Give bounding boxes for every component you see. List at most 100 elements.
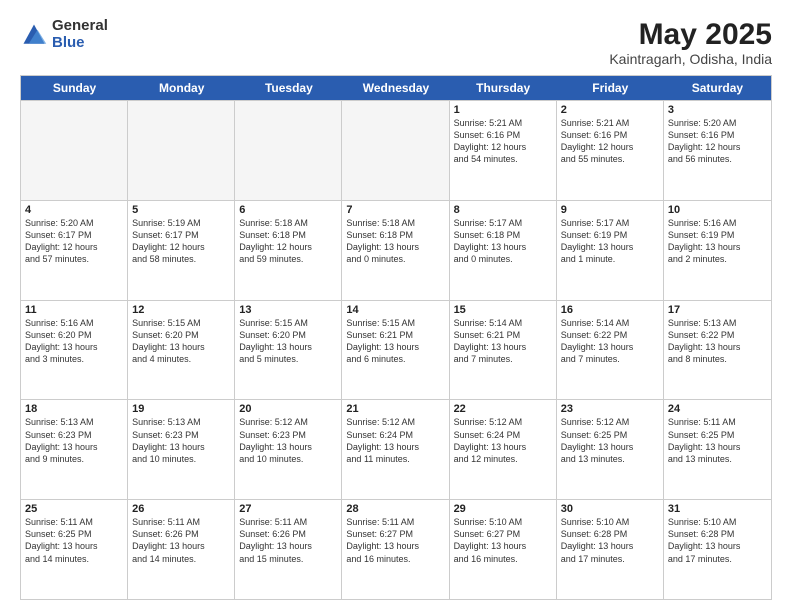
day-number: 14 <box>346 304 444 316</box>
day-number: 26 <box>132 503 230 515</box>
cell-text: and 14 minutes. <box>132 553 230 565</box>
cell-text: and 3 minutes. <box>25 353 123 365</box>
cell-text: Sunset: 6:23 PM <box>25 429 123 441</box>
day-number: 6 <box>239 204 337 216</box>
cal-cell-day-8: 8Sunrise: 5:17 AMSunset: 6:18 PMDaylight… <box>450 201 557 300</box>
cal-cell-day-24: 24Sunrise: 5:11 AMSunset: 6:25 PMDayligh… <box>664 400 771 499</box>
cell-text: Sunrise: 5:15 AM <box>346 317 444 329</box>
cell-text: and 0 minutes. <box>346 253 444 265</box>
cell-text: Sunrise: 5:10 AM <box>561 516 659 528</box>
cell-text: Sunrise: 5:17 AM <box>454 217 552 229</box>
cell-text: Sunset: 6:21 PM <box>346 329 444 341</box>
cal-cell-empty <box>235 101 342 200</box>
cell-text: Sunrise: 5:12 AM <box>346 416 444 428</box>
cell-text: Sunrise: 5:18 AM <box>239 217 337 229</box>
cal-cell-day-30: 30Sunrise: 5:10 AMSunset: 6:28 PMDayligh… <box>557 500 664 599</box>
day-number: 9 <box>561 204 659 216</box>
cal-cell-day-10: 10Sunrise: 5:16 AMSunset: 6:19 PMDayligh… <box>664 201 771 300</box>
day-number: 25 <box>25 503 123 515</box>
cal-cell-day-5: 5Sunrise: 5:19 AMSunset: 6:17 PMDaylight… <box>128 201 235 300</box>
location: Kaintragarh, Odisha, India <box>609 51 772 67</box>
cell-text: Daylight: 13 hours <box>561 441 659 453</box>
cell-text: and 57 minutes. <box>25 253 123 265</box>
cal-cell-day-3: 3Sunrise: 5:20 AMSunset: 6:16 PMDaylight… <box>664 101 771 200</box>
cell-text: Sunrise: 5:15 AM <box>239 317 337 329</box>
day-number: 17 <box>668 304 767 316</box>
cell-text: Daylight: 13 hours <box>239 341 337 353</box>
cal-row-2: 11Sunrise: 5:16 AMSunset: 6:20 PMDayligh… <box>21 300 771 400</box>
cell-text: Sunset: 6:18 PM <box>454 229 552 241</box>
cal-cell-day-20: 20Sunrise: 5:12 AMSunset: 6:23 PMDayligh… <box>235 400 342 499</box>
cell-text: Daylight: 12 hours <box>668 141 767 153</box>
cell-text: and 9 minutes. <box>25 453 123 465</box>
cell-text: Daylight: 12 hours <box>239 241 337 253</box>
header: General Blue May 2025 Kaintragarh, Odish… <box>20 18 772 67</box>
cell-text: Daylight: 13 hours <box>132 341 230 353</box>
cell-text: and 13 minutes. <box>668 453 767 465</box>
cell-text: Sunset: 6:18 PM <box>346 229 444 241</box>
cell-text: and 7 minutes. <box>454 353 552 365</box>
cell-text: Sunrise: 5:13 AM <box>25 416 123 428</box>
cell-text: Daylight: 13 hours <box>454 241 552 253</box>
cal-cell-day-14: 14Sunrise: 5:15 AMSunset: 6:21 PMDayligh… <box>342 301 449 400</box>
cal-cell-day-22: 22Sunrise: 5:12 AMSunset: 6:24 PMDayligh… <box>450 400 557 499</box>
cell-text: Sunrise: 5:16 AM <box>668 217 767 229</box>
cell-text: Sunrise: 5:13 AM <box>132 416 230 428</box>
cell-text: Daylight: 13 hours <box>668 341 767 353</box>
cal-row-0: 1Sunrise: 5:21 AMSunset: 6:16 PMDaylight… <box>21 100 771 200</box>
cell-text: and 14 minutes. <box>25 553 123 565</box>
cell-text: Sunrise: 5:12 AM <box>239 416 337 428</box>
cell-text: Sunrise: 5:19 AM <box>132 217 230 229</box>
cell-text: Sunset: 6:22 PM <box>561 329 659 341</box>
day-number: 27 <box>239 503 337 515</box>
cell-text: Sunrise: 5:11 AM <box>668 416 767 428</box>
cell-text: Sunset: 6:26 PM <box>239 528 337 540</box>
cal-cell-day-7: 7Sunrise: 5:18 AMSunset: 6:18 PMDaylight… <box>342 201 449 300</box>
cell-text: and 56 minutes. <box>668 153 767 165</box>
cell-text: and 2 minutes. <box>668 253 767 265</box>
day-number: 20 <box>239 403 337 415</box>
cal-cell-day-11: 11Sunrise: 5:16 AMSunset: 6:20 PMDayligh… <box>21 301 128 400</box>
cell-text: and 54 minutes. <box>454 153 552 165</box>
cell-text: Sunset: 6:19 PM <box>668 229 767 241</box>
cell-text: Daylight: 13 hours <box>346 341 444 353</box>
cell-text: Sunrise: 5:21 AM <box>561 117 659 129</box>
cell-text: Daylight: 13 hours <box>239 441 337 453</box>
day-number: 28 <box>346 503 444 515</box>
cal-cell-day-17: 17Sunrise: 5:13 AMSunset: 6:22 PMDayligh… <box>664 301 771 400</box>
cal-cell-day-4: 4Sunrise: 5:20 AMSunset: 6:17 PMDaylight… <box>21 201 128 300</box>
cell-text: Sunset: 6:24 PM <box>454 429 552 441</box>
day-number: 23 <box>561 403 659 415</box>
cal-row-4: 25Sunrise: 5:11 AMSunset: 6:25 PMDayligh… <box>21 499 771 599</box>
day-number: 22 <box>454 403 552 415</box>
cell-text: and 59 minutes. <box>239 253 337 265</box>
cell-text: and 10 minutes. <box>132 453 230 465</box>
cal-cell-day-13: 13Sunrise: 5:15 AMSunset: 6:20 PMDayligh… <box>235 301 342 400</box>
cell-text: Sunset: 6:17 PM <box>25 229 123 241</box>
day-number: 3 <box>668 104 767 116</box>
day-number: 15 <box>454 304 552 316</box>
cell-text: Daylight: 13 hours <box>346 241 444 253</box>
cell-text: and 58 minutes. <box>132 253 230 265</box>
logo-general: General <box>52 18 108 35</box>
cell-text: and 16 minutes. <box>346 553 444 565</box>
cal-cell-day-21: 21Sunrise: 5:12 AMSunset: 6:24 PMDayligh… <box>342 400 449 499</box>
calendar: SundayMondayTuesdayWednesdayThursdayFrid… <box>20 75 772 600</box>
cell-text: Daylight: 13 hours <box>454 341 552 353</box>
cell-text: Daylight: 13 hours <box>561 341 659 353</box>
header-day-wednesday: Wednesday <box>342 76 449 100</box>
cell-text: Sunset: 6:24 PM <box>346 429 444 441</box>
cell-text: Daylight: 13 hours <box>132 441 230 453</box>
cell-text: Daylight: 13 hours <box>668 441 767 453</box>
cell-text: Sunrise: 5:17 AM <box>561 217 659 229</box>
header-day-monday: Monday <box>128 76 235 100</box>
cell-text: Daylight: 13 hours <box>25 341 123 353</box>
cal-row-3: 18Sunrise: 5:13 AMSunset: 6:23 PMDayligh… <box>21 399 771 499</box>
cal-cell-empty <box>128 101 235 200</box>
day-number: 11 <box>25 304 123 316</box>
cell-text: Daylight: 13 hours <box>25 441 123 453</box>
cell-text: Sunset: 6:17 PM <box>132 229 230 241</box>
day-number: 10 <box>668 204 767 216</box>
cell-text: and 8 minutes. <box>668 353 767 365</box>
cal-cell-day-12: 12Sunrise: 5:15 AMSunset: 6:20 PMDayligh… <box>128 301 235 400</box>
